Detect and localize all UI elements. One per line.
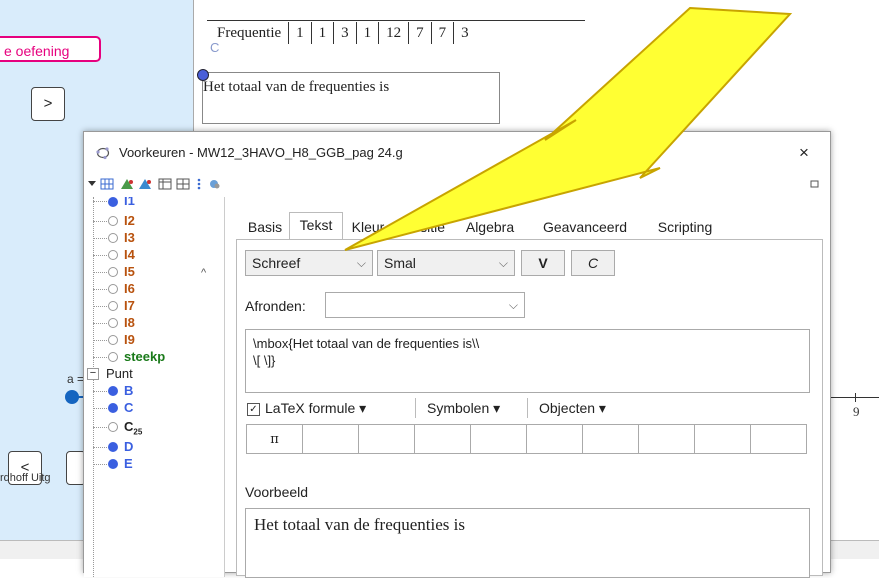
- symbol-cell[interactable]: [694, 424, 751, 454]
- symbols-table: π: [246, 424, 807, 454]
- latex-toolbar: ✓ LaTeX formule ▾ Symbolen ▾ Objecten ▾: [245, 398, 810, 420]
- symbol-cell[interactable]: π: [246, 424, 303, 454]
- footer-publisher-text: rdhoff Uitg: [0, 472, 51, 484]
- table-icon[interactable]: [158, 178, 172, 190]
- preview-title: Voorbeeld: [245, 484, 309, 500]
- table-cell: 1: [310, 22, 334, 44]
- table-cell: Frequentie: [217, 24, 282, 41]
- tab-basis[interactable]: Basis: [241, 215, 289, 239]
- next-button[interactable]: >: [31, 87, 65, 121]
- graphics-icon[interactable]: [120, 178, 134, 190]
- latex-checkbox-label[interactable]: LaTeX formule ▾: [265, 400, 366, 417]
- symbol-cell[interactable]: [750, 424, 807, 454]
- chevron-down-icon: ⌵: [508, 298, 518, 312]
- symbol-cell[interactable]: [414, 424, 471, 454]
- advanced-icon[interactable]: [208, 178, 222, 190]
- symbols-menu[interactable]: Symbolen ▾: [427, 400, 500, 417]
- scroll-up-icon[interactable]: ^: [201, 267, 206, 279]
- symbol-cell[interactable]: [526, 424, 583, 454]
- editor-line: \mbox{Het totaal van de frequenties is\\: [253, 336, 480, 351]
- text-editor[interactable]: \mbox{Het totaal van de frequenties is\\…: [245, 329, 810, 393]
- textbox-anchor-point[interactable]: [197, 69, 209, 81]
- point-label-c: C: [210, 40, 220, 55]
- symbol-cell[interactable]: [638, 424, 695, 454]
- exercise-button[interactable]: e oefening: [0, 36, 101, 62]
- table-cell: 1: [288, 22, 312, 44]
- collapse-icon[interactable]: −: [87, 368, 99, 380]
- tekst-tab-panel: Schreef ⌵ Smal ⌵ V C Afronden: ⌵ \mbox{Het…: [236, 239, 823, 578]
- round-label: Afronden:: [245, 298, 306, 314]
- tab-tekst[interactable]: Tekst: [289, 212, 343, 240]
- geogebra-icon: [96, 147, 110, 160]
- maximize-icon[interactable]: [810, 178, 820, 190]
- grid-icon[interactable]: [100, 178, 114, 190]
- latex-checkbox[interactable]: ✓: [247, 403, 260, 416]
- more-icon[interactable]: [196, 178, 202, 190]
- symbol-cell[interactable]: [358, 424, 415, 454]
- preview-box: Het totaal van de frequenties is: [245, 508, 810, 578]
- objects-menu[interactable]: Objecten ▾: [539, 400, 606, 417]
- symbol-cell[interactable]: [302, 424, 359, 454]
- editor-line: \[ \]}: [253, 353, 276, 368]
- symbol-cell[interactable]: [470, 424, 527, 454]
- slider-label: a =: [67, 372, 85, 386]
- object-tree: I1 ^ I2 I3 I4 I5 I6 I7 I8 I9 steekp − Pu…: [84, 197, 225, 577]
- dropdown-arrow-icon[interactable]: [88, 178, 96, 190]
- tree-guide-line: [93, 197, 94, 577]
- layout-icon[interactable]: [176, 178, 190, 190]
- separator: [527, 398, 528, 418]
- slider-handle[interactable]: [65, 390, 79, 404]
- separator: [415, 398, 416, 418]
- lightning-bolt-annotation: [344, 6, 793, 251]
- graphics2-icon[interactable]: [138, 178, 152, 190]
- axis-tick: [855, 393, 856, 402]
- symbol-cell[interactable]: [582, 424, 639, 454]
- round-select[interactable]: ⌵: [325, 292, 525, 318]
- axis-tick-label: 9: [853, 404, 860, 419]
